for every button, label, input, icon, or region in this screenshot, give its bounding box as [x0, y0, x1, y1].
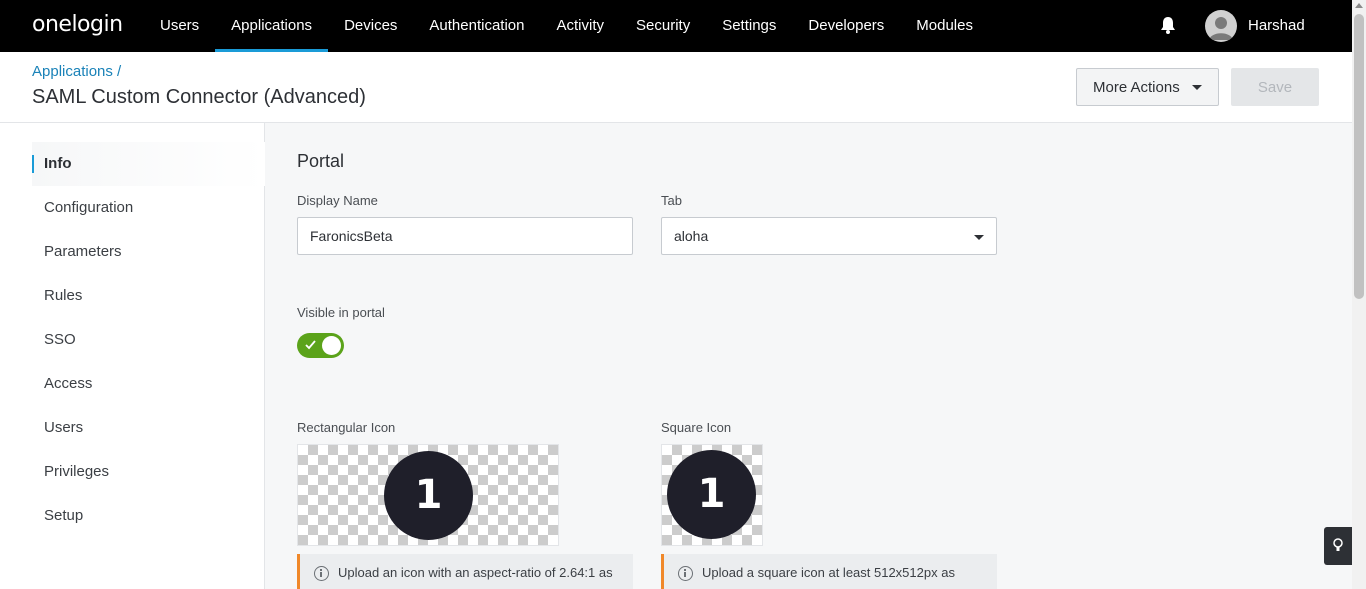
- check-icon: [305, 340, 316, 350]
- rectangular-icon-upload[interactable]: 1: [297, 444, 559, 546]
- rectangular-icon-info-text: Upload an icon with an aspect-ratio of 2…: [338, 565, 613, 580]
- nav-item-users[interactable]: Users: [144, 0, 215, 52]
- tab-select[interactable]: aloha: [661, 217, 997, 255]
- rectangular-icon-info: Upload an icon with an aspect-ratio of 2…: [297, 554, 633, 589]
- tab-select-value: aloha: [674, 228, 709, 244]
- scrollbar-thumb[interactable]: [1354, 14, 1364, 299]
- tab-label: Tab: [661, 193, 682, 208]
- sidebar-item-rules[interactable]: Rules: [32, 274, 265, 318]
- app-logo-icon: 1: [667, 450, 756, 539]
- display-name-input[interactable]: FaronicsBeta: [297, 217, 633, 255]
- sidebar-item-configuration[interactable]: Configuration: [32, 186, 265, 230]
- caret-down-icon: [974, 235, 984, 240]
- more-actions-label: More Actions: [1093, 78, 1180, 96]
- nav-item-applications[interactable]: Applications: [215, 0, 328, 52]
- square-icon-info-text: Upload a square icon at least 512x512px …: [702, 565, 955, 580]
- user-avatar[interactable]: [1205, 10, 1237, 42]
- sidebar-item-access[interactable]: Access: [32, 362, 265, 406]
- user-silhouette-icon: [1209, 17, 1233, 40]
- sidebar-item-setup[interactable]: Setup: [32, 494, 265, 538]
- visible-in-portal-toggle[interactable]: [297, 333, 344, 358]
- nav-item-devices[interactable]: Devices: [328, 0, 413, 52]
- visible-in-portal-label: Visible in portal: [297, 305, 385, 320]
- info-icon: [678, 566, 693, 581]
- help-tab[interactable]: [1324, 527, 1352, 565]
- lightbulb-icon: [1333, 538, 1343, 551]
- breadcrumb-applications[interactable]: Applications /: [32, 63, 121, 80]
- save-button[interactable]: Save: [1231, 68, 1319, 106]
- nav-item-security[interactable]: Security: [620, 0, 706, 52]
- page-scrollbar[interactable]: [1352, 0, 1366, 589]
- nav-item-developers[interactable]: Developers: [792, 0, 900, 52]
- nav-item-modules[interactable]: Modules: [900, 0, 989, 52]
- square-icon-label: Square Icon: [661, 420, 732, 435]
- section-title-portal: Portal: [297, 151, 345, 171]
- caret-down-icon: [1192, 85, 1202, 90]
- square-icon-info: Upload a square icon at least 512x512px …: [661, 554, 997, 589]
- nav-item-activity[interactable]: Activity: [541, 0, 621, 52]
- bell-icon[interactable]: [1160, 16, 1176, 34]
- sidebar-item-users[interactable]: Users: [32, 406, 265, 450]
- display-name-label: Display Name: [297, 193, 378, 208]
- app-logo-glyph: 1: [414, 472, 443, 518]
- top-navbar: onelogin Users Applications Devices Auth…: [0, 0, 1366, 52]
- app-logo-icon: 1: [384, 451, 473, 540]
- page-title: SAML Custom Connector (Advanced): [32, 86, 366, 108]
- rectangular-icon-label: Rectangular Icon: [297, 420, 396, 435]
- user-name[interactable]: Harshad: [1248, 17, 1305, 34]
- sidebar-item-parameters[interactable]: Parameters: [32, 230, 265, 274]
- scroll-up-arrow-icon[interactable]: [1355, 3, 1363, 8]
- info-icon: [314, 566, 329, 581]
- app-sidebar: Info Configuration Parameters Rules SSO …: [0, 123, 265, 589]
- main-nav: Users Applications Devices Authenticatio…: [144, 0, 989, 52]
- nav-item-settings[interactable]: Settings: [706, 0, 792, 52]
- nav-item-authentication[interactable]: Authentication: [413, 0, 540, 52]
- app-logo-glyph: 1: [697, 471, 726, 517]
- sidebar-item-sso[interactable]: SSO: [32, 318, 265, 362]
- square-icon-upload[interactable]: 1: [661, 444, 763, 546]
- page-header: Applications / SAML Custom Connector (Ad…: [0, 52, 1352, 123]
- toggle-knob: [322, 336, 341, 355]
- sidebar-item-info[interactable]: Info: [32, 142, 265, 186]
- sidebar-item-privileges[interactable]: Privileges: [32, 450, 265, 494]
- onelogin-logo[interactable]: onelogin: [32, 12, 123, 37]
- more-actions-button[interactable]: More Actions: [1076, 68, 1219, 106]
